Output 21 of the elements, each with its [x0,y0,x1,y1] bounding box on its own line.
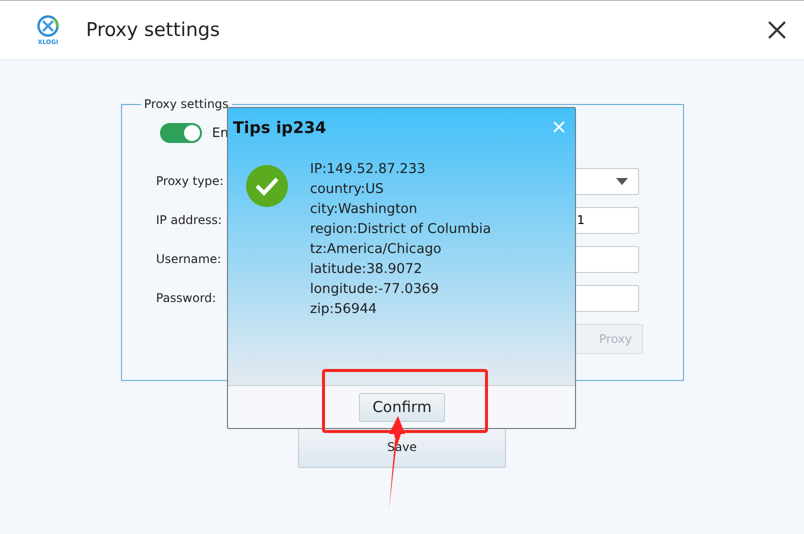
toggle-switch[interactable] [160,123,202,143]
field-label: Password: [156,290,216,307]
field-label: IP address: [156,212,222,229]
close-button[interactable] [766,19,788,41]
info-line: zip:56944 [310,300,378,319]
info-line: longitude:-77.0369 [310,280,440,299]
field-label: Proxy type: [156,173,224,190]
confirm-button[interactable]: Confirm [359,392,445,422]
info-line: latitude:38.9072 [310,260,424,279]
info-line: IP:149.52.87.233 [310,160,426,179]
window-title: Proxy settings [86,19,221,41]
info-line: city:Washington [310,200,418,219]
info-line: country:US [310,180,385,199]
logo-icon [35,14,61,38]
field-label: Username: [156,251,222,268]
info-line: region:District of Columbia [310,220,492,239]
group-title: Proxy settings [143,97,230,111]
caret-icon [616,178,628,185]
success-check-icon [245,164,289,208]
info-line: tz:America/Chicago [310,240,442,259]
dialog-title: Tips ip234 [233,118,326,136]
